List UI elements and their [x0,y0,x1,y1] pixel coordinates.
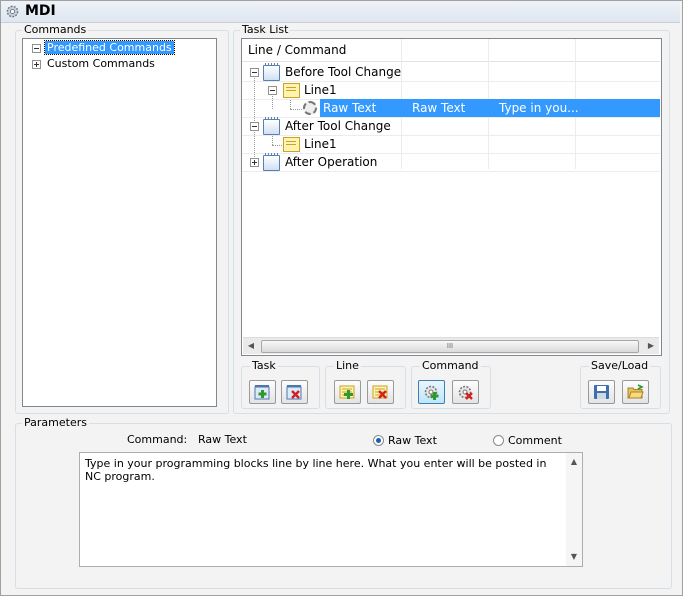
task-icon [263,117,280,135]
scroll-right-icon[interactable]: ▶ [643,338,659,354]
tree-item-custom-commands[interactable]: Custom Commands [47,56,155,72]
scroll-left-icon[interactable]: ◀ [243,338,259,354]
delete-command-button[interactable] [452,380,479,404]
command-toolbar-label: Command [420,359,481,372]
vertical-scrollbar[interactable]: ▲ ▼ [566,453,582,566]
collapse-task-icon[interactable] [250,68,259,77]
line-icon [283,137,300,152]
add-command-button[interactable] [418,380,445,404]
line-icon [283,83,300,98]
table-row[interactable]: Before Tool Change [242,63,660,82]
task-list-grid[interactable]: Line / Command Before Tool Change Line1 … [241,38,662,356]
command-toolbar-group: Command [411,359,491,409]
collapse-task-icon[interactable] [250,122,259,131]
collapse-line-icon[interactable] [268,86,277,95]
table-row[interactable]: After Operation [242,153,660,172]
mdi-gear-icon [6,5,19,18]
scroll-thumb[interactable]: III [261,340,639,353]
commands-group-label: Commands [22,23,89,36]
row-label: Line1 [304,137,337,151]
task-toolbar-label: Task [250,359,278,372]
comment-radio[interactable] [493,435,504,446]
open-folder-icon [627,384,644,399]
saveload-toolbar-label: Save/Load [589,359,651,372]
table-row[interactable]: Line1 [242,81,660,100]
delete-command-icon [458,385,473,400]
row-label: After Tool Change [285,119,391,133]
add-task-button[interactable] [249,380,276,404]
row-label: After Operation [285,155,378,169]
window-title: MDI [25,3,56,19]
scroll-up-icon[interactable]: ▲ [566,454,582,470]
gear-icon [303,101,317,115]
scroll-down-icon[interactable]: ▼ [566,549,582,565]
raw-text-input[interactable]: Type in your programming blocks line by … [79,452,583,567]
line-toolbar-group: Line [325,359,406,409]
horizontal-scrollbar[interactable]: ◀ III ▶ [243,337,659,354]
tree-item-label: Custom Commands [47,57,155,70]
line-toolbar-label: Line [334,359,361,372]
saveload-toolbar-group: Save/Load [580,359,661,409]
delete-line-icon [372,385,388,399]
expand-custom-icon[interactable] [32,60,41,69]
task-icon [263,63,280,81]
title-bar: MDI [1,1,680,23]
delete-line-button[interactable] [367,380,394,404]
save-button[interactable] [588,380,615,404]
task-list-header: Line / Command [242,39,660,62]
row-value: Type in you... [499,101,579,115]
command-label: Command: [127,433,188,446]
raw-text-radio-label[interactable]: Raw Text [388,434,437,447]
save-icon [594,385,609,399]
expand-predefined-icon[interactable] [32,44,41,53]
task-toolbar-group: Task [241,359,320,409]
add-line-button[interactable] [334,380,361,404]
add-command-icon [424,385,439,400]
tree-item-label: Predefined Commands [44,40,175,55]
delete-task-button[interactable] [281,380,308,404]
raw-text-content: Type in your programming blocks line by … [85,457,547,483]
comment-radio-label[interactable]: Comment [508,434,562,447]
task-icon [263,153,280,171]
tree-item-predefined-commands[interactable]: Predefined Commands [44,40,175,56]
row-type: Raw Text [412,101,466,115]
parameters-group-label: Parameters [22,416,89,429]
add-task-icon [254,385,270,400]
command-value: Raw Text [198,433,247,446]
task-list-group-label: Task List [240,23,291,36]
add-line-icon [339,385,355,399]
row-label: Raw Text [323,101,377,115]
column-header-line-command: Line / Command [248,43,347,57]
raw-text-radio[interactable] [373,435,384,446]
row-label: Before Tool Change [285,65,402,79]
table-row[interactable]: After Tool Change [242,117,660,136]
delete-task-icon [286,385,302,400]
expand-task-icon[interactable] [250,158,259,167]
table-row[interactable]: Raw Text Raw Text Type in you... [242,99,660,118]
table-row[interactable]: Line1 [242,135,660,154]
commands-tree[interactable]: Predefined Commands Custom Commands [22,38,217,407]
load-button[interactable] [622,380,649,404]
row-label: Line1 [304,83,337,97]
